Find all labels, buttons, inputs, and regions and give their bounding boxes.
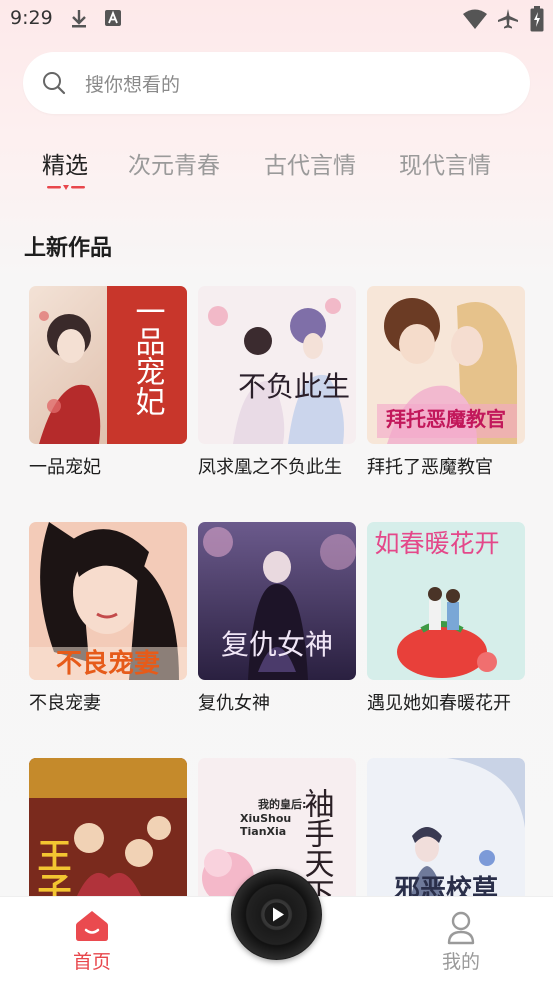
book-title: 复仇女神 xyxy=(198,693,270,714)
status-bar: 9:29 xyxy=(0,0,553,40)
book-card[interactable]: 如春暖花开 遇见她如春暖花开 xyxy=(367,522,525,718)
book-title: 拜托了恶魔教官 xyxy=(367,457,493,478)
book-cover[interactable]: 如春暖花开 xyxy=(367,522,525,680)
book-cover[interactable]: 邪恶校草 xyxy=(367,758,525,916)
search-icon xyxy=(43,72,66,95)
home-icon xyxy=(76,911,108,941)
book-cover[interactable]: 拜托恶魔教官 xyxy=(367,286,525,444)
book-card[interactable]: 不负此生 凤求凰之不负此生 xyxy=(198,286,356,482)
search-bar[interactable]: 搜你想看的 xyxy=(23,52,530,114)
cover-title-text: 如春暖花开 xyxy=(374,529,499,558)
tab-modern-romance[interactable]: 现代言情 xyxy=(399,146,491,180)
battery-icon xyxy=(530,6,544,32)
book-title: 凤求凰之不负此生 xyxy=(198,457,342,478)
book-title: 不良宠妻 xyxy=(29,693,101,714)
book-cover[interactable]: 复仇女神 xyxy=(198,522,356,680)
book-card[interactable]: 复仇女神 复仇女神 xyxy=(198,522,356,718)
book-cover[interactable]: 一品宠妃 xyxy=(29,286,187,444)
book-cover[interactable]: 不负此生 xyxy=(198,286,356,444)
book-title: 遇见她如春暖花开 xyxy=(367,693,511,714)
keyboard-a-icon xyxy=(105,10,121,26)
music-player-button[interactable] xyxy=(231,869,322,960)
search-placeholder: 搜你想看的 xyxy=(85,74,181,96)
cover-sub-text: TianXia xyxy=(240,825,286,838)
book-card[interactable]: 不良宠妻 不良宠妻 xyxy=(29,522,187,718)
play-icon xyxy=(264,902,289,927)
book-card[interactable]: 王子 xyxy=(29,758,187,916)
wifi-icon xyxy=(463,9,487,29)
section-title: 上新作品 xyxy=(24,236,113,261)
book-card[interactable]: 一品宠妃 一品宠妃 xyxy=(29,286,187,482)
tab-youth[interactable]: 次元青春 xyxy=(128,146,220,180)
cover-title-text: 一品宠妃 xyxy=(130,296,165,416)
book-card[interactable]: 邪恶校草 xyxy=(367,758,525,916)
download-icon xyxy=(72,10,86,28)
cover-title-text: 复仇女神 xyxy=(221,628,333,661)
cover-sub-text: XiuShou xyxy=(240,812,291,825)
nav-mine-label: 我的 xyxy=(441,951,480,973)
nav-home-label: 首页 xyxy=(72,951,111,973)
tab-featured[interactable]: 精选 xyxy=(42,146,88,180)
book-title: 一品宠妃 xyxy=(29,457,101,478)
tab-ancient-romance[interactable]: 古代言情 xyxy=(264,146,356,180)
book-card[interactable]: 拜托恶魔教官 拜托了恶魔教官 xyxy=(367,286,525,482)
user-icon xyxy=(447,911,475,945)
book-cover[interactable]: 王子 xyxy=(29,758,187,916)
airplane-icon xyxy=(498,9,518,29)
book-cover[interactable]: 不良宠妻 xyxy=(29,522,187,680)
cover-title-text: 拜托恶魔教官 xyxy=(386,407,506,431)
status-time: 9:29 xyxy=(10,7,53,29)
cover-title-text: 不负此生 xyxy=(238,370,350,403)
cover-title-text: 不良宠妻 xyxy=(56,648,160,679)
tab-active-indicator xyxy=(47,185,85,190)
